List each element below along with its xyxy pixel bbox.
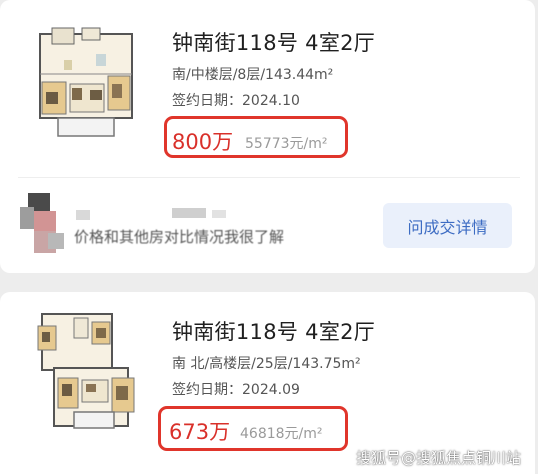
listing-details: 南/中楼层/8层/143.44m² [172, 67, 334, 83]
listing-details: 南 北/高楼层/25层/143.75m² [172, 356, 361, 372]
agent-avatar[interactable] [20, 193, 68, 261]
watermark: 搜狐号@搜狐焦点铜川站 [356, 449, 522, 467]
divider [18, 177, 520, 178]
unit-price: 55773元/m² [245, 136, 328, 152]
floorplan-image[interactable] [36, 24, 140, 142]
ask-deal-details-button[interactable]: 问成交详情 [383, 203, 512, 248]
sign-date: 签约日期：2024.09 [172, 382, 300, 398]
agent-message: 价格和其他房对比情况我很了解 [74, 228, 285, 246]
floorplan-image[interactable] [34, 308, 140, 434]
agent-name-blurred [76, 206, 246, 222]
total-price: 673万 [169, 420, 231, 444]
listing-title[interactable]: 钟南街118号 4室2厅 [172, 27, 375, 57]
total-price: 800万 [172, 130, 234, 154]
listing-title[interactable]: 钟南街118号 4室2厅 [172, 316, 375, 346]
listing-card-1[interactable]: 钟南街118号 4室2厅 南/中楼层/8层/143.44m² 签约日期：2024… [0, 0, 535, 273]
unit-price: 46818元/m² [240, 426, 323, 442]
sign-date: 签约日期：2024.10 [172, 93, 300, 109]
